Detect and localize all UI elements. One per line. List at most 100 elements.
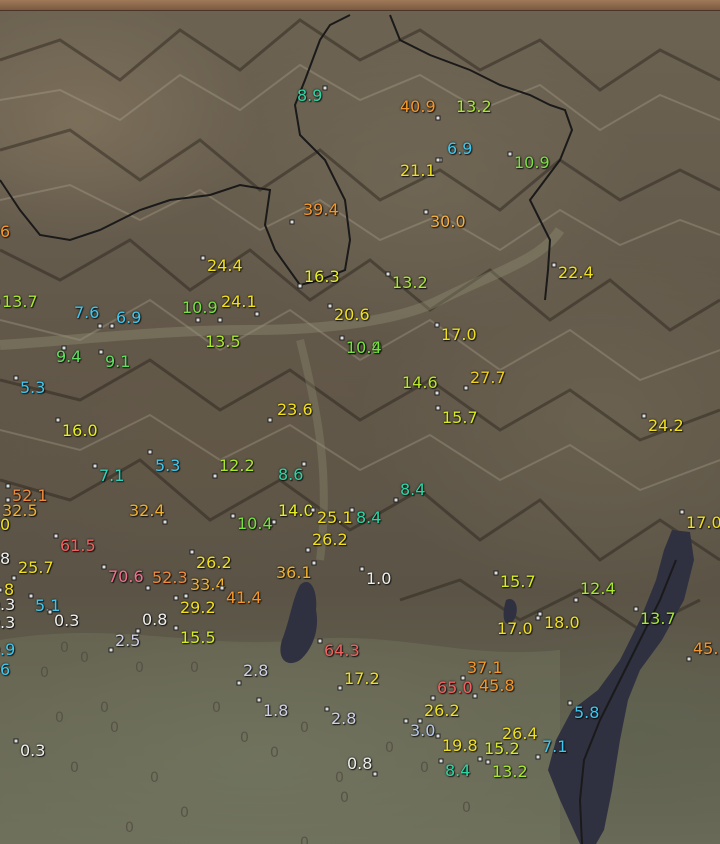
precipitation-value-label[interactable]: 10.4	[237, 515, 273, 533]
station-dot[interactable]	[310, 507, 316, 513]
precipitation-value-label[interactable]: 17.2	[344, 670, 380, 688]
station-dot[interactable]	[485, 759, 491, 765]
precipitation-value-label[interactable]: 0	[0, 516, 10, 534]
precipitation-value-label[interactable]: 15.7	[500, 573, 536, 591]
station-dot[interactable]	[230, 513, 236, 519]
precipitation-value-label[interactable]: 27.7	[470, 369, 506, 387]
precipitation-value-label[interactable]: 19.8	[442, 737, 478, 755]
precipitation-value-label[interactable]: 8	[0, 550, 10, 568]
station-dot[interactable]	[55, 417, 61, 423]
station-dot[interactable]	[551, 262, 557, 268]
station-dot[interactable]	[256, 697, 262, 703]
station-dot[interactable]	[305, 547, 311, 553]
precipitation-value-label[interactable]: 25.7	[18, 559, 54, 577]
station-dot[interactable]	[434, 322, 440, 328]
precipitation-value-label[interactable]: 14.6	[402, 374, 438, 392]
precipitation-value-label[interactable]: 14.0	[278, 502, 314, 520]
station-dot[interactable]	[324, 706, 330, 712]
precipitation-value-label[interactable]: 20.6	[334, 306, 370, 324]
station-dot[interactable]	[327, 303, 333, 309]
station-dot[interactable]	[435, 157, 441, 163]
station-dot[interactable]	[385, 271, 391, 277]
precipitation-value-label[interactable]: 70.6	[108, 568, 144, 586]
precipitation-value-label[interactable]: 2.8	[331, 710, 356, 728]
station-dot[interactable]	[359, 566, 365, 572]
precipitation-value-label[interactable]: 2.5	[115, 632, 140, 650]
precipitation-value-label[interactable]: 5.8	[574, 704, 599, 722]
station-dot[interactable]	[477, 756, 483, 762]
station-dot[interactable]	[101, 564, 107, 570]
station-dot[interactable]	[98, 349, 104, 355]
precipitation-value-label[interactable]: 13.2	[456, 98, 492, 116]
station-dot[interactable]	[195, 317, 201, 323]
station-dot[interactable]	[200, 255, 206, 261]
precipitation-value-label[interactable]: 9.1	[105, 353, 130, 371]
station-dot[interactable]	[236, 680, 242, 686]
precipitation-value-label[interactable]: 65.0	[437, 679, 473, 697]
precipitation-value-label[interactable]: 17.0	[441, 326, 477, 344]
precipitation-value-label[interactable]: 13.2	[492, 763, 528, 781]
precipitation-value-label[interactable]: 21.1	[400, 162, 436, 180]
precipitation-value-label[interactable]: 64.3	[324, 642, 360, 660]
station-dot[interactable]	[337, 685, 343, 691]
station-dot[interactable]	[147, 449, 153, 455]
precipitation-value-label[interactable]: .3	[0, 596, 15, 614]
precipitation-value-label[interactable]: 45.8	[479, 677, 515, 695]
station-dot[interactable]	[430, 695, 436, 701]
precipitation-value-label[interactable]: 23.6	[277, 401, 313, 419]
station-dot[interactable]	[219, 585, 225, 591]
precipitation-value-label[interactable]: 30.0	[430, 213, 466, 231]
station-dot[interactable]	[535, 615, 541, 621]
precipitation-value-label[interactable]: 0.8	[347, 755, 372, 773]
precipitation-value-label[interactable]: 41.4	[226, 589, 262, 607]
station-dot[interactable]	[0, 299, 1, 305]
station-dot[interactable]	[13, 738, 19, 744]
precipitation-value-label[interactable]: 12.4	[580, 580, 616, 598]
station-dot[interactable]	[567, 700, 573, 706]
precipitation-value-label[interactable]: 13.2	[392, 274, 428, 292]
precipitation-value-label[interactable]: 26.2	[312, 531, 348, 549]
precipitation-value-label[interactable]: 1.0	[366, 570, 391, 588]
precipitation-value-label[interactable]: 7.1	[542, 738, 567, 756]
precipitation-value-label[interactable]: 16.0	[62, 422, 98, 440]
station-dot[interactable]	[507, 151, 513, 157]
precipitation-value-label[interactable]: 7.6	[74, 304, 99, 322]
station-dot[interactable]	[435, 405, 441, 411]
station-dot[interactable]	[633, 606, 639, 612]
precipitation-value-label[interactable]: 0.3	[20, 742, 45, 760]
station-dot[interactable]	[311, 560, 317, 566]
precipitation-value-label[interactable]: 2.8	[243, 662, 268, 680]
station-dot[interactable]	[317, 638, 323, 644]
precipitation-value-label[interactable]: 6	[0, 223, 10, 241]
station-dot[interactable]	[372, 771, 378, 777]
precipitation-value-label[interactable]: 37.1	[467, 659, 503, 677]
precipitation-value-label[interactable]: 8.9	[297, 87, 322, 105]
precipitation-value-label[interactable]: 25.1	[317, 509, 353, 527]
precipitation-value-label[interactable]: 15.5	[180, 629, 216, 647]
precipitation-value-label[interactable]: 12.2	[219, 457, 255, 475]
precipitation-map[interactable]: 8.9 40.9 13.2 6.9 21.1 10.9 39.4 30.0 24.4 16.3 13…	[0, 0, 720, 844]
station-dot[interactable]	[254, 311, 260, 317]
precipitation-value-label[interactable]: 45.	[693, 640, 718, 658]
precipitation-value-label[interactable]: 8.4	[356, 509, 381, 527]
station-dot[interactable]	[145, 585, 151, 591]
station-dot[interactable]	[493, 570, 499, 576]
station-dot[interactable]	[322, 85, 328, 91]
precipitation-value-label[interactable]: 26.2	[424, 702, 460, 720]
precipitation-value-label[interactable]: 0.3	[54, 612, 79, 630]
station-dot[interactable]	[92, 463, 98, 469]
precipitation-value-label[interactable]: 61.5	[60, 537, 96, 555]
precipitation-value-label[interactable]: 26.2	[196, 554, 232, 572]
precipitation-value-label[interactable]: 18.0	[544, 614, 580, 632]
station-dot[interactable]	[189, 549, 195, 555]
precipitation-value-label[interactable]: 16.3	[304, 268, 340, 286]
precipitation-value-label[interactable]: 17.0	[497, 620, 533, 638]
station-dot[interactable]	[472, 693, 478, 699]
precipitation-value-label[interactable]: 3.0	[410, 722, 435, 740]
precipitation-value-label[interactable]: 24.2	[648, 417, 684, 435]
station-dot[interactable]	[162, 519, 168, 525]
station-dot[interactable]	[339, 335, 345, 341]
precipitation-value-label[interactable]: .3	[0, 614, 15, 632]
precipitation-value-label[interactable]: 40.9	[400, 98, 436, 116]
precipitation-value-label[interactable]: 13.7	[640, 610, 676, 628]
